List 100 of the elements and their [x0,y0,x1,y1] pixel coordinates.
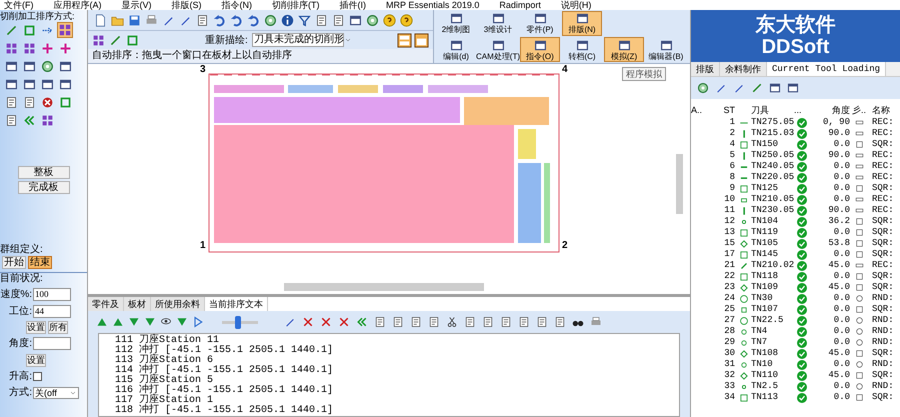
down-arrow-icon[interactable] [144,316,156,328]
doc-icon[interactable] [518,316,530,328]
ribbon-button[interactable]: 2维制图 [436,10,476,36]
pencil-icon[interactable] [733,82,745,94]
speed-field[interactable]: 100 [33,288,71,301]
doc-icon[interactable] [410,316,422,328]
double-chevron-icon[interactable] [356,316,368,328]
panel-button[interactable]: 所有 [48,321,68,334]
tab[interactable]: 板材 [124,297,151,311]
undo-icon[interactable] [213,14,226,27]
doc-icon[interactable] [374,316,386,328]
column-header[interactable]: 彡.. [850,103,868,117]
down-arrow-icon[interactable] [128,316,140,328]
column-header[interactable]: 名称 [868,103,898,117]
line-icon[interactable] [751,82,763,94]
filter-icon[interactable] [298,14,311,27]
panel-button[interactable]: 设置 [26,321,46,334]
window-icon[interactable] [22,60,36,72]
printer-icon[interactable] [590,316,602,328]
doc-icon[interactable] [315,14,328,27]
square-icon[interactable] [126,34,139,47]
menu-item[interactable]: Radimport [499,0,541,10]
gear-icon[interactable] [697,82,709,94]
play-icon[interactable] [192,316,204,328]
stop-icon[interactable] [40,96,54,108]
station-field[interactable]: 44 [33,305,71,318]
tab[interactable]: Current Tool Loading [767,62,886,76]
copy-icon[interactable] [464,316,476,328]
delete-icon[interactable] [338,316,350,328]
tab[interactable]: 所使用余料 [151,297,205,311]
menu-item[interactable]: 切削排序(T) [272,0,320,10]
menu-item[interactable]: 说明(H) [560,0,592,10]
ribbon-button[interactable]: CAM处理(T) [478,37,518,62]
window-icon[interactable] [58,78,72,90]
menu-item[interactable]: 文件(F) [4,0,34,10]
delete-icon[interactable] [320,316,332,328]
edit-icon[interactable] [284,316,296,328]
group-button[interactable]: 开始 [2,256,26,269]
save-icon[interactable] [128,14,141,27]
mode-dropdown[interactable]: 关(off [33,386,79,398]
doc-icon[interactable] [500,316,512,328]
grid-icon[interactable] [4,42,18,54]
grid-icon[interactable] [57,22,73,38]
gear-icon[interactable] [40,60,54,72]
grid-icon[interactable] [92,34,105,47]
doc-icon[interactable] [536,316,548,328]
ribbon-button[interactable]: 指令(O) [520,37,560,62]
window-icon[interactable] [58,60,72,72]
line-icon[interactable] [109,34,122,47]
up-arrow-icon[interactable] [112,316,124,328]
square-icon[interactable] [22,24,36,36]
tab[interactable]: 排版 [691,62,720,76]
menu-item[interactable]: 显示(V) [122,0,152,10]
cut-icon[interactable] [446,316,458,328]
up-arrow-icon[interactable] [96,316,108,328]
angle-field[interactable] [33,337,71,350]
column-header[interactable]: ... [794,103,810,117]
doc-icon[interactable] [332,14,345,27]
panel-button[interactable]: 完成板 [18,181,70,194]
down-arrow-icon[interactable] [176,316,188,328]
window-icon[interactable] [349,14,362,27]
group-button[interactable]: 结束 [28,256,52,269]
page-icon[interactable] [94,14,107,27]
line-icon[interactable] [4,24,18,36]
layout-icon[interactable] [397,32,412,48]
checkbox[interactable] [33,372,42,381]
cross-arrows-icon[interactable] [40,42,54,54]
column-header[interactable]: 角度 [810,103,850,117]
ribbon-button[interactable]: 模拟(Z) [604,37,644,62]
menu-item[interactable]: MRP Essentials 2019.0 [386,0,480,10]
panel-button[interactable]: 设置 [26,354,46,367]
ribbon-button[interactable]: 编辑(d) [436,37,476,62]
window-icon[interactable] [769,82,781,94]
help-icon[interactable] [400,14,413,27]
panel-button[interactable]: 整板 [18,166,70,179]
tab[interactable]: 余料制作 [720,62,767,76]
help-icon[interactable] [383,14,396,27]
info-icon[interactable] [281,14,294,27]
delete-icon[interactable] [302,316,314,328]
scrollbar[interactable] [676,154,683,214]
doc-icon[interactable] [428,316,440,328]
ribbon-button[interactable]: 3维设计 [478,10,518,36]
ribbon-button[interactable]: 编辑器(B) [646,37,686,62]
menu-item[interactable]: 插件(I) [340,0,366,10]
copy-icon[interactable] [196,14,209,27]
doc-icon[interactable] [392,316,404,328]
slider-thumb[interactable] [235,316,242,328]
menu-item[interactable]: 排版(S) [172,0,202,10]
column-header[interactable]: ST [715,103,737,117]
window-icon[interactable] [787,82,799,94]
column-header[interactable]: A.. [691,103,715,117]
window-icon[interactable] [22,78,36,90]
window-icon[interactable] [4,78,18,90]
column-header[interactable]: 刀具 [737,103,794,117]
menu-item[interactable]: 应用程序(A) [54,0,102,10]
layout-icon[interactable] [414,32,429,48]
window-icon[interactable] [4,60,18,72]
tab[interactable]: 零件及 [88,297,124,311]
grid-icon[interactable] [22,42,36,54]
window-icon[interactable] [40,78,54,90]
